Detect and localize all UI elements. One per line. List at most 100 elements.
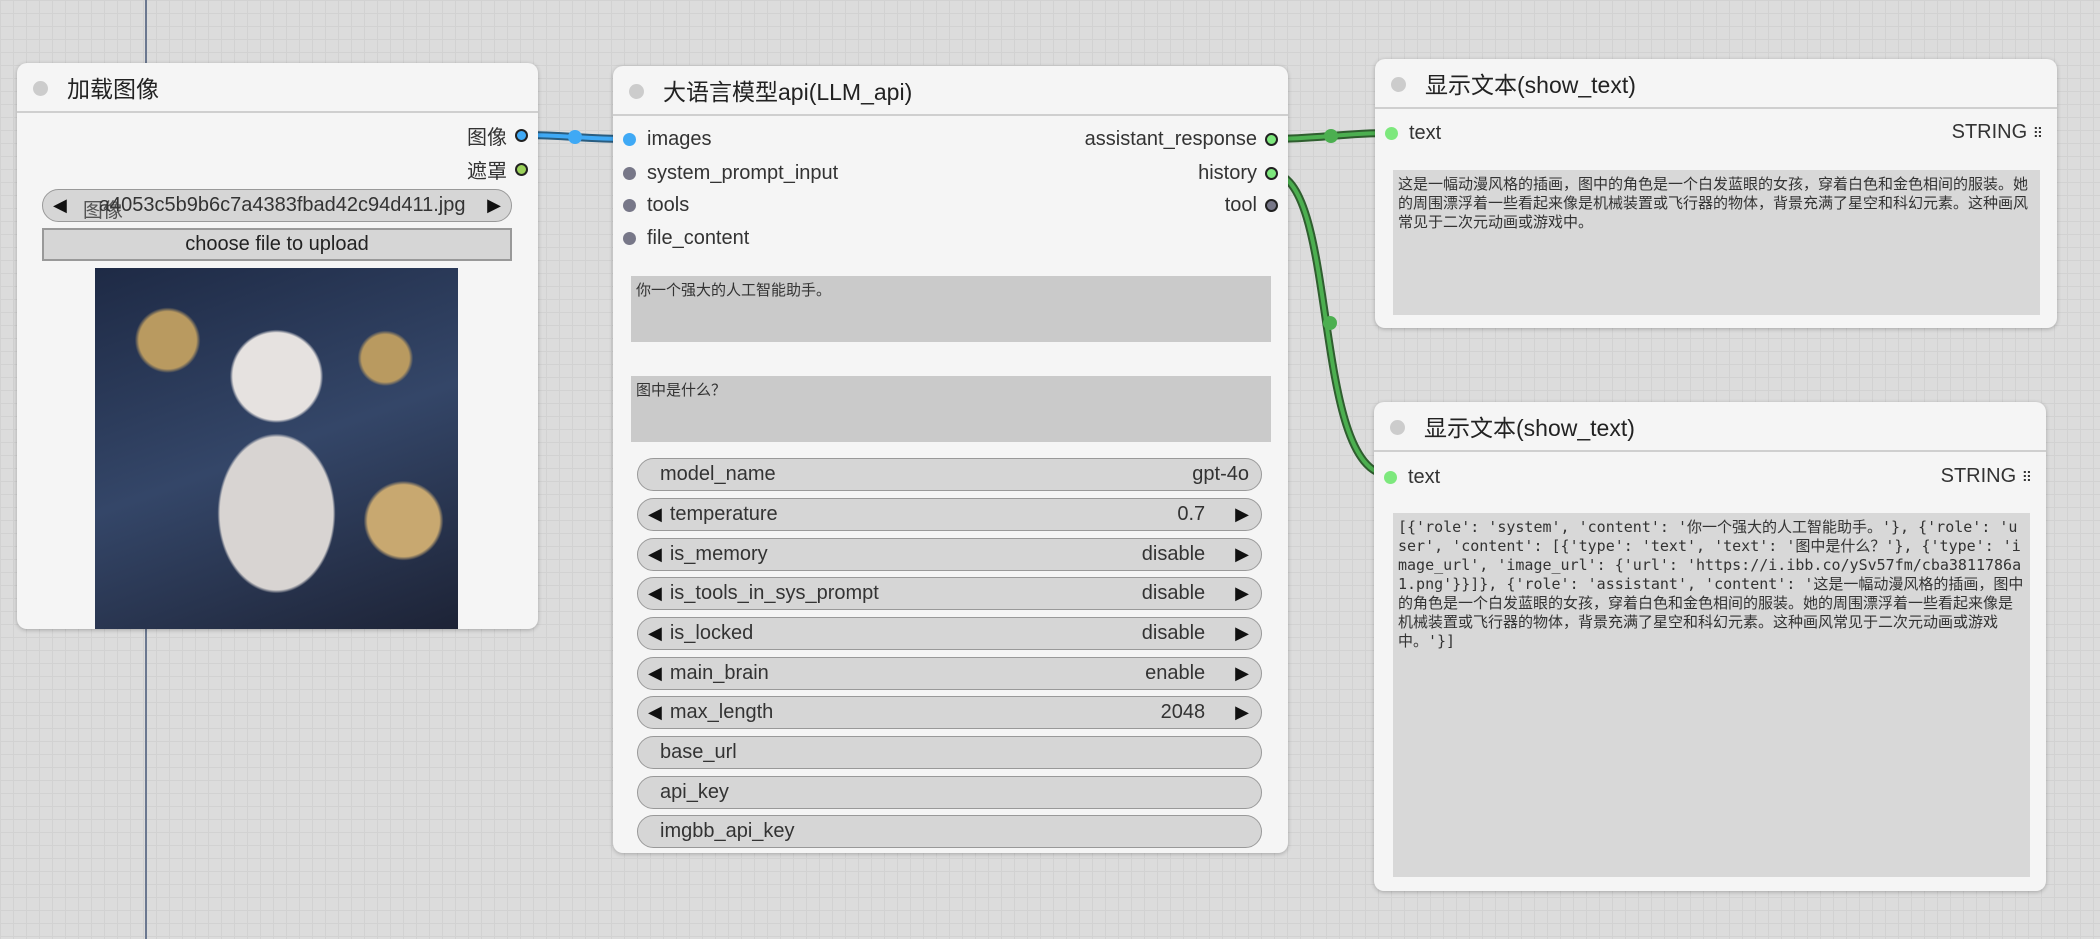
arrow-right-icon[interactable]: ▶ (487, 195, 501, 216)
widget-label: imgbb_api_key (660, 820, 795, 842)
model-name-widget[interactable]: model_name gpt-4o (637, 458, 1262, 491)
arrow-right-icon[interactable]: ▶ (1235, 583, 1249, 604)
title-text: 加载图像 (67, 76, 159, 102)
history-link-midpoint[interactable] (1323, 316, 1337, 330)
input-file-content[interactable]: file_content (623, 225, 749, 251)
widget-label: model_name (660, 463, 776, 485)
arrow-left-icon[interactable]: ◀ (648, 544, 662, 565)
is-locked-widget[interactable]: ◀ is_locked disable ▶ (637, 617, 1262, 650)
input-images[interactable]: images (623, 126, 711, 152)
slot-label: 图像 (467, 126, 507, 149)
slot-label: tool (1224, 193, 1257, 216)
slot-label: file_content (647, 226, 750, 249)
slot-dot-icon[interactable] (1385, 126, 1398, 140)
widget-label: base_url (660, 741, 737, 763)
widget-value: enable (1145, 662, 1206, 684)
output-history[interactable]: history (1198, 160, 1278, 186)
collapse-dot-icon[interactable] (1391, 77, 1406, 92)
slot-dot-icon[interactable] (623, 166, 636, 180)
arrow-left-icon[interactable]: ◀ (648, 623, 662, 644)
slot-dot-icon[interactable] (623, 132, 636, 146)
input-text[interactable]: text (1384, 464, 1440, 490)
output-image[interactable]: 图像 (467, 122, 528, 149)
collapse-dot-icon[interactable] (1390, 420, 1405, 435)
arrow-left-icon[interactable]: ◀ (648, 663, 662, 684)
image-preview (95, 268, 458, 629)
api-key-widget[interactable]: api_key (637, 776, 1262, 809)
arrow-right-icon[interactable]: ▶ (1235, 504, 1249, 525)
slot-dot-icon[interactable] (623, 198, 636, 212)
grid-icon: ⠿ (2032, 125, 2043, 141)
text-display[interactable]: 这是一幅动漫风格的插画，图中的角色是一个白发蓝眼的女孩，穿着白色和金色相间的服装… (1393, 170, 2040, 315)
slot-label: history (1198, 161, 1257, 184)
arrow-right-icon[interactable]: ▶ (1235, 663, 1249, 684)
collapse-dot-icon[interactable] (629, 84, 644, 99)
widget-value: 0.7 (1177, 503, 1206, 525)
show-text-node-1[interactable]: 显示文本(show_text) text STRING ⠿ 这是一幅动漫风格的插… (1375, 59, 2057, 328)
main-brain-widget[interactable]: ◀ main_brain enable ▶ (637, 657, 1262, 690)
arrow-right-icon[interactable]: ▶ (1235, 702, 1249, 723)
widget-value: disable (1141, 543, 1206, 565)
is-memory-widget[interactable]: ◀ is_memory disable ▶ (637, 538, 1262, 571)
node-title[interactable]: 大语言模型api(LLM_api) (613, 66, 1288, 116)
slot-dot-icon[interactable] (1265, 198, 1278, 212)
arrow-left-icon[interactable]: ◀ (53, 195, 67, 216)
imgbb-api-key-widget[interactable]: imgbb_api_key (637, 815, 1262, 848)
combo-value: a4053c5b9b6c7a4383fbad42c94d411.jpg (98, 194, 466, 216)
slot-dot-icon[interactable] (623, 231, 636, 245)
widget-label: main_brain (669, 662, 769, 684)
widget-label: temperature (669, 503, 778, 525)
llm-api-node[interactable]: 大语言模型api(LLM_api) images system_prompt_i… (613, 66, 1288, 853)
input-system-prompt[interactable]: system_prompt_input (623, 160, 838, 186)
output-assistant-response[interactable]: assistant_response (1085, 126, 1278, 152)
output-tool[interactable]: tool (1225, 192, 1278, 218)
temperature-widget[interactable]: ◀ temperature 0.7 ▶ (637, 498, 1262, 531)
widget-label: api_key (660, 781, 729, 803)
node-title[interactable]: 显示文本(show_text) (1374, 402, 2046, 452)
type-tag: STRING ⠿ (1952, 121, 2043, 144)
slot-label: system_prompt_input (647, 161, 839, 184)
base-url-widget[interactable]: base_url (637, 736, 1262, 769)
load-image-node[interactable]: 加载图像 图像 遮罩 ◀ 图像 a4053c5b9b6c7a4383fbad42… (17, 63, 538, 629)
node-title[interactable]: 显示文本(show_text) (1375, 59, 2057, 109)
widget-value: disable (1141, 622, 1206, 644)
collapse-dot-icon[interactable] (33, 81, 48, 96)
slot-label: assistant_response (1084, 127, 1257, 150)
arrow-left-icon[interactable]: ◀ (648, 702, 662, 723)
slot-dot-icon[interactable] (1265, 166, 1278, 180)
slot-dot-icon[interactable] (1384, 470, 1397, 484)
show-text-node-2[interactable]: 显示文本(show_text) text STRING ⠿ [{'role': … (1374, 402, 2046, 891)
widget-label: is_memory (669, 543, 768, 565)
slot-dot-icon[interactable] (1265, 132, 1278, 146)
widget-value: gpt-4o (1192, 463, 1249, 485)
title-text: 显示文本(show_text) (1425, 72, 1636, 98)
type-tag: STRING ⠿ (1941, 465, 2032, 488)
output-mask[interactable]: 遮罩 (467, 156, 528, 183)
type-label: STRING (1951, 121, 2028, 143)
is-tools-in-sys-prompt-widget[interactable]: ◀ is_tools_in_sys_prompt disable ▶ (637, 577, 1262, 610)
input-text[interactable]: text (1385, 120, 1441, 146)
text-display[interactable]: [{'role': 'system', 'content': '你一个强大的人工… (1393, 513, 2030, 877)
slot-dot-icon[interactable] (515, 128, 528, 142)
max-length-widget[interactable]: ◀ max_length 2048 ▶ (637, 696, 1262, 729)
assistant-link-midpoint[interactable] (1324, 129, 1338, 143)
arrow-right-icon[interactable]: ▶ (1235, 544, 1249, 565)
slot-label: text (1408, 465, 1441, 488)
slot-label: tools (647, 193, 690, 216)
image-link-midpoint[interactable] (568, 130, 582, 144)
upload-button[interactable]: choose file to upload (42, 228, 512, 261)
system-prompt-textarea[interactable]: 你一个强大的人工智能助手。 (631, 276, 1271, 342)
image-combo[interactable]: ◀ 图像 a4053c5b9b6c7a4383fbad42c94d411.jpg… (42, 189, 512, 222)
arrow-left-icon[interactable]: ◀ (648, 504, 662, 525)
grid-icon: ⠿ (2021, 469, 2032, 485)
input-tools[interactable]: tools (623, 192, 689, 218)
arrow-right-icon[interactable]: ▶ (1235, 623, 1249, 644)
slot-dot-icon[interactable] (515, 162, 528, 176)
user-prompt-textarea[interactable]: 图中是什么？ (631, 376, 1271, 442)
type-label: STRING (1940, 465, 2017, 487)
slot-label: text (1409, 121, 1442, 144)
arrow-left-icon[interactable]: ◀ (648, 583, 662, 604)
node-title[interactable]: 加载图像 (17, 63, 538, 113)
title-text: 大语言模型api(LLM_api) (663, 79, 913, 105)
widget-label: is_tools_in_sys_prompt (669, 582, 879, 604)
